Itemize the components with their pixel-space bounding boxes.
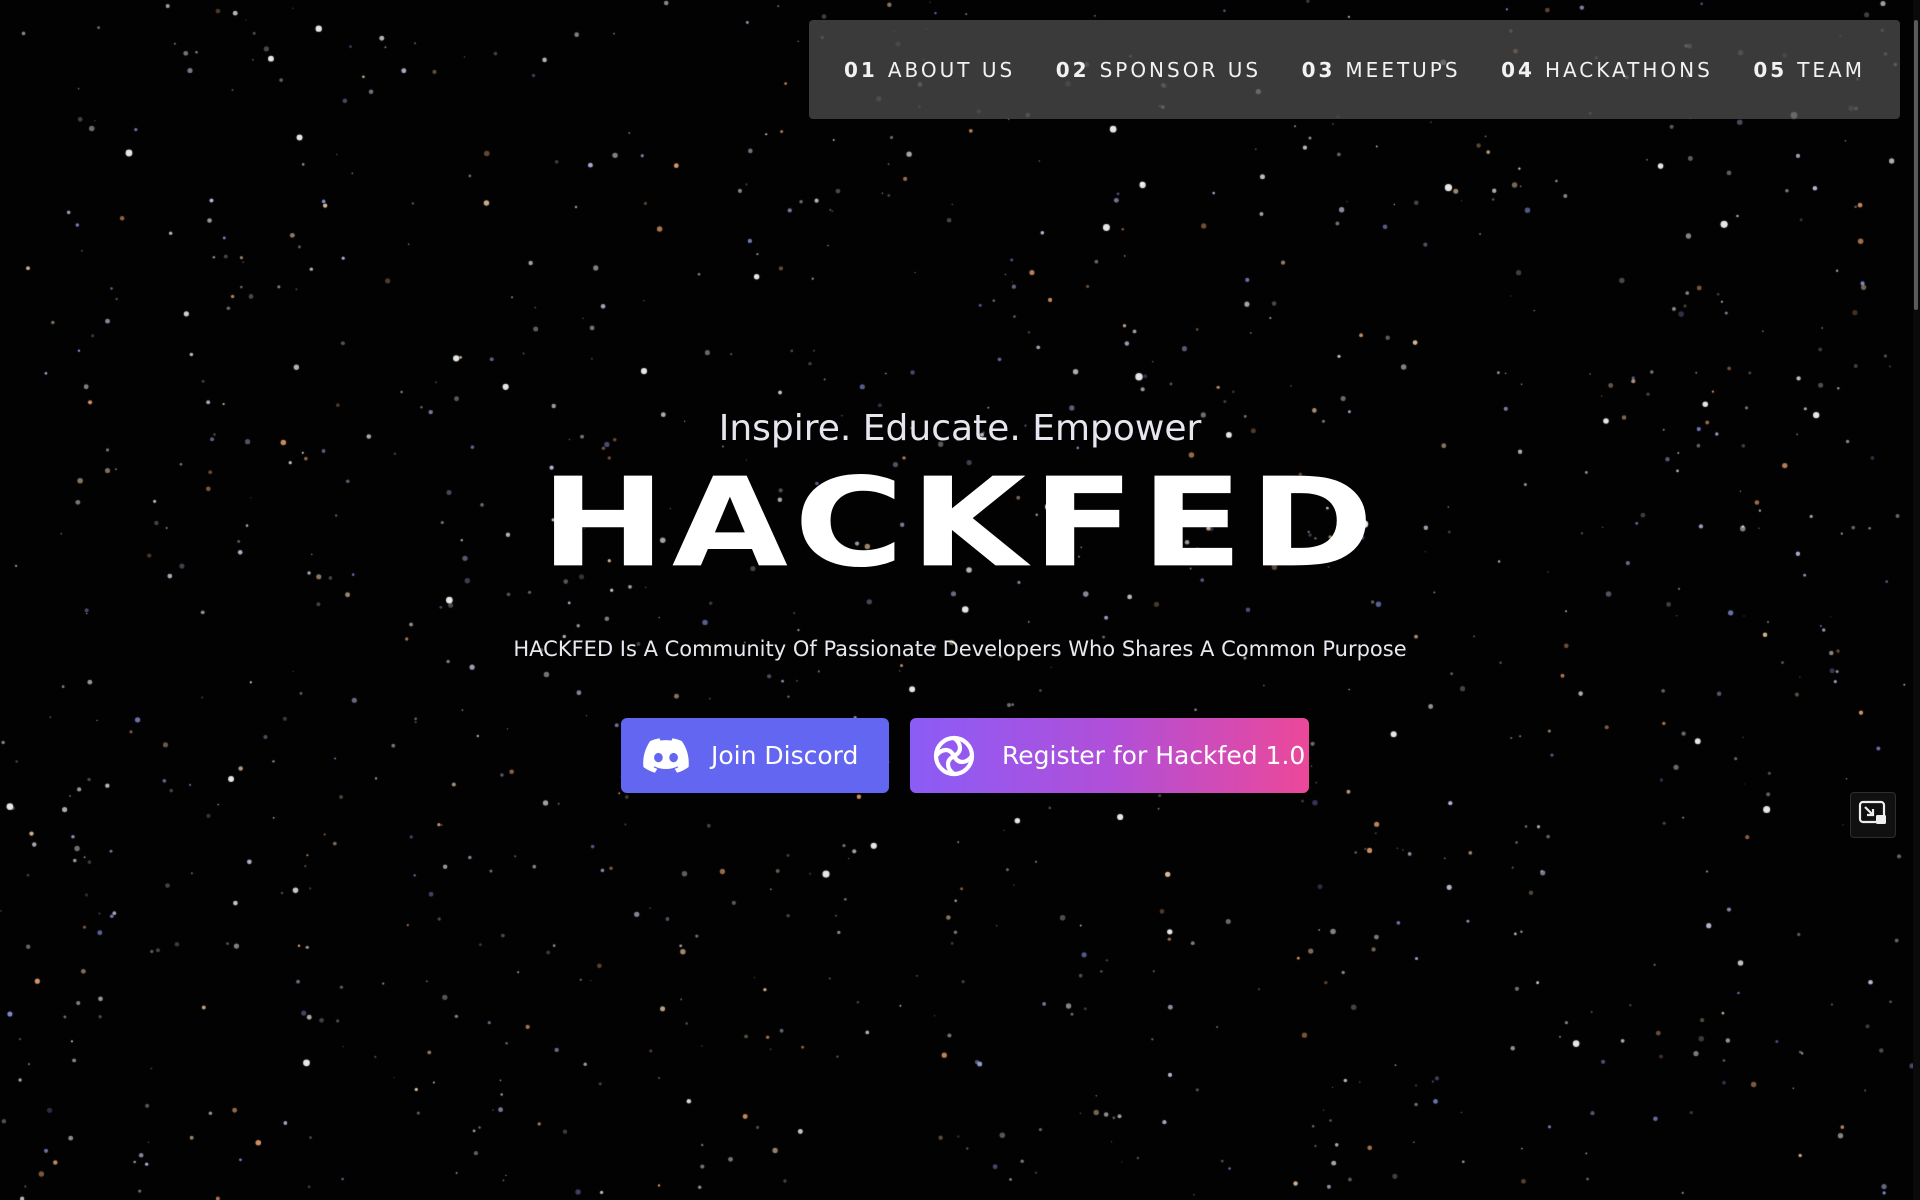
nav-number: 04: [1501, 57, 1535, 82]
picture-in-picture-button[interactable]: [1850, 792, 1896, 838]
nav-number: 01: [844, 57, 878, 82]
nav-item-sponsor-us[interactable]: 02 SPONSOR US: [1056, 58, 1261, 82]
join-discord-button[interactable]: Join Discord: [621, 718, 889, 793]
nav-item-meetups[interactable]: 03 MEETUPS: [1302, 58, 1461, 82]
nav-label: MEETUPS: [1345, 57, 1461, 82]
nav-number: 05: [1753, 57, 1788, 82]
join-discord-label: Join Discord: [711, 741, 859, 770]
nav-item-hackathons[interactable]: 04 HACKATHONS: [1501, 58, 1713, 82]
top-nav: 01 ABOUT US 02 SPONSOR US 03 MEETUPS 04 HACK…: [809, 20, 1900, 119]
nav-label: ABOUT US: [887, 57, 1016, 82]
register-hackfed-button[interactable]: Register for Hackfed 1.0: [910, 718, 1309, 793]
page: 01 ABOUT US 02 SPONSOR US 03 MEETUPS 04 HACK…: [0, 0, 1920, 1200]
scrollbar-thumb[interactable]: [1914, 20, 1918, 310]
picture-in-picture-icon: [1858, 800, 1888, 830]
nav-number: 02: [1055, 57, 1090, 82]
register-label: Register for Hackfed 1.0: [1002, 741, 1306, 770]
hero-title: HACKFED: [540, 452, 1380, 595]
nav-label: SPONSOR US: [1099, 57, 1262, 82]
starfield-background: [0, 0, 1920, 1200]
hero-description: HACKFED Is A Community Of Passionate Dev…: [513, 637, 1407, 661]
nav-number: 03: [1301, 57, 1336, 82]
nav-label: TEAM: [1797, 57, 1865, 82]
hero-tagline: Inspire. Educate. Empower: [718, 408, 1202, 449]
nav-label: HACKATHONS: [1544, 57, 1713, 82]
discord-icon: [643, 737, 689, 774]
nav-item-team[interactable]: 05 TEAM: [1753, 58, 1865, 82]
nav-item-about-us[interactable]: 01 ABOUT US: [844, 58, 1015, 82]
swirl-logo-icon: [928, 730, 980, 782]
